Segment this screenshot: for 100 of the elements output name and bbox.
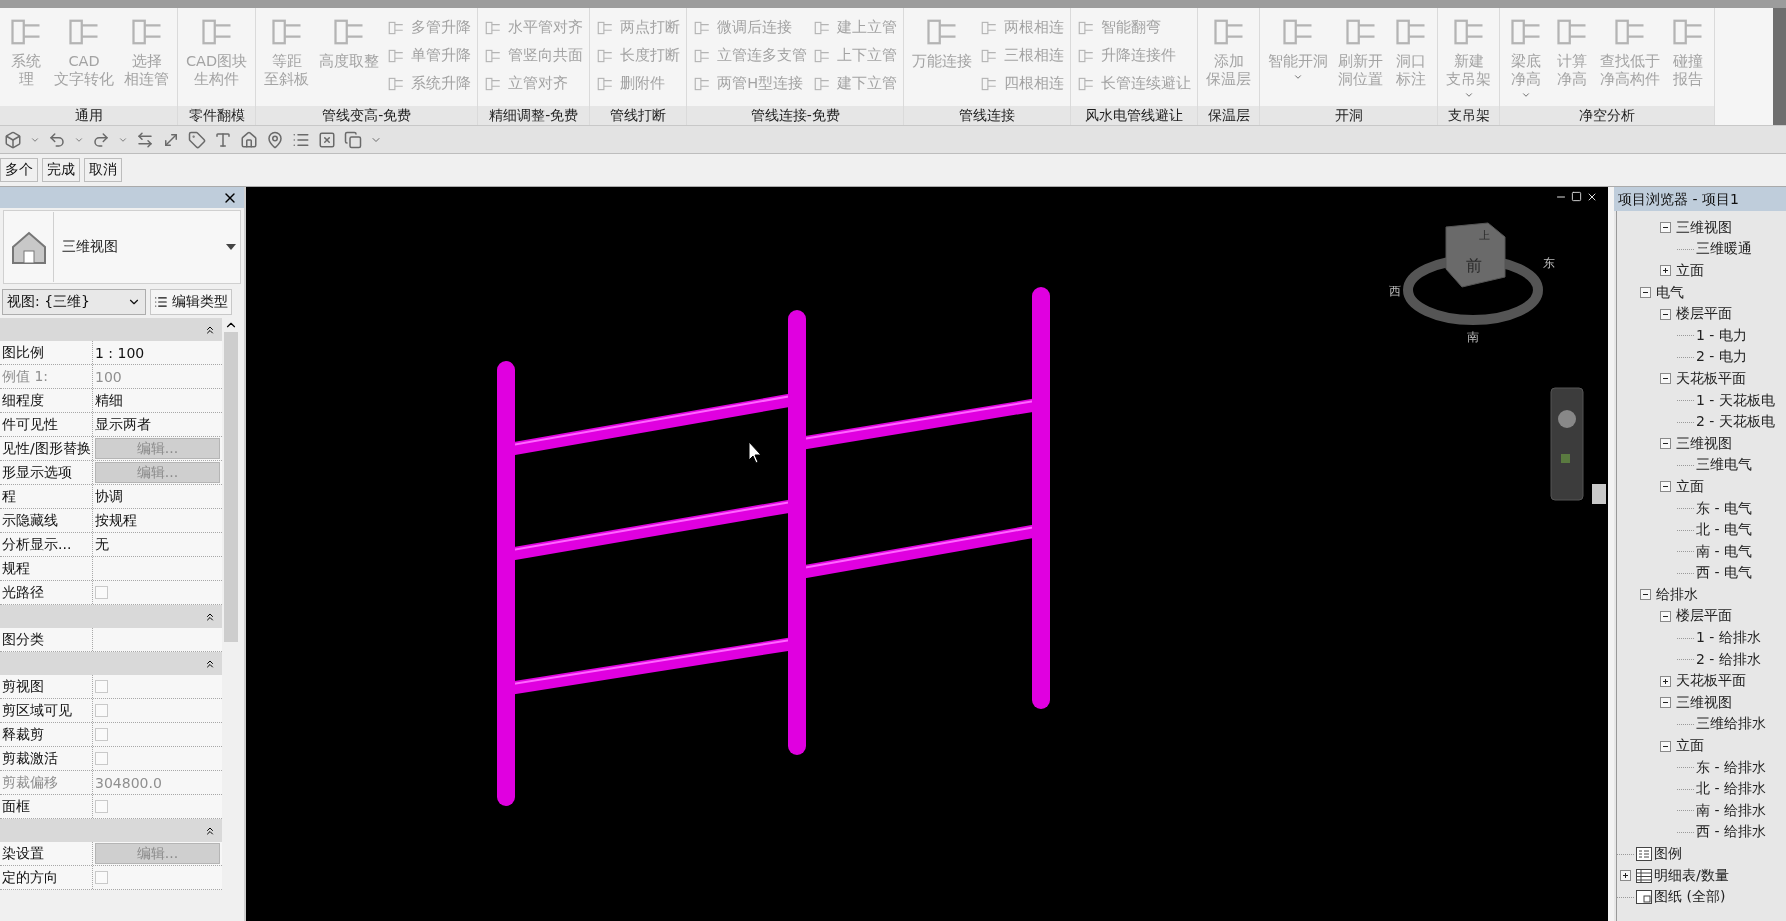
ribbon-button[interactable]: 洞口 标注 xyxy=(1391,12,1432,90)
edit-button[interactable]: 编辑... xyxy=(95,438,220,459)
checkbox[interactable] xyxy=(95,800,108,813)
collapse-icon[interactable] xyxy=(1660,222,1671,234)
ribbon-button[interactable]: 管竖向共面 xyxy=(484,46,584,65)
ribbon-button[interactable]: 建下立管 xyxy=(813,74,898,93)
collapse-icon[interactable] xyxy=(1640,589,1651,601)
tree-item[interactable]: 北 - 给排水 xyxy=(1696,780,1766,799)
ribbon-button[interactable]: 建上立管 xyxy=(813,18,898,37)
collapse-icon[interactable] xyxy=(1660,611,1671,622)
ribbon-button[interactable]: 立管连多支管 xyxy=(693,46,808,65)
ribbon-button[interactable]: 高度取整 xyxy=(317,12,382,72)
tree-item[interactable]: 三维视图 xyxy=(1676,218,1732,237)
collapse-icon[interactable] xyxy=(1660,308,1671,320)
tree-item[interactable]: 天花板平面 xyxy=(1676,672,1746,691)
tree-item[interactable]: 图例 xyxy=(1654,845,1682,863)
measure-icon[interactable] xyxy=(136,130,154,149)
ribbon-button[interactable]: 微调后连接 xyxy=(693,18,808,37)
tree-item[interactable]: 楼层平面 xyxy=(1676,607,1732,626)
collapse-icon[interactable] xyxy=(1660,740,1671,752)
tree-item[interactable]: 1 - 电力 xyxy=(1696,326,1747,345)
ribbon-button[interactable]: 长管连续避让 xyxy=(1077,74,1192,93)
ribbon-button[interactable]: 删附件 xyxy=(596,74,681,93)
ribbon-button[interactable]: CAD 文字转化 xyxy=(52,12,116,90)
ribbon-button[interactable]: 万能连接 xyxy=(910,12,975,72)
ribbon-button[interactable]: 单管升降 xyxy=(387,46,472,65)
restore-icon[interactable] xyxy=(1571,191,1582,202)
checkbox[interactable] xyxy=(95,728,108,741)
tag-icon[interactable] xyxy=(188,130,206,149)
tree-item[interactable]: 东 - 电气 xyxy=(1696,499,1752,518)
collapse-icon[interactable] xyxy=(1660,697,1671,709)
undo-icon[interactable] xyxy=(48,130,66,149)
ribbon-button[interactable]: 两管H型连接 xyxy=(693,74,808,93)
ribbon-button[interactable]: 立管对齐 xyxy=(484,74,584,93)
ribbon-button[interactable]: 两点打断 xyxy=(596,18,681,37)
tree-item[interactable]: 图纸 (全部) xyxy=(1654,888,1726,907)
ribbon-button[interactable]: 选择 相连管 xyxy=(122,12,171,90)
instance-selector[interactable]: 视图: {三维} xyxy=(2,289,146,315)
tree-item[interactable]: 1 - 给排水 xyxy=(1696,629,1761,648)
cube-icon[interactable] xyxy=(4,130,22,149)
checkbox[interactable] xyxy=(95,586,108,599)
windows-icon[interactable] xyxy=(344,130,362,149)
tree-item[interactable]: 1 - 天花板电 xyxy=(1696,391,1775,410)
house-icon[interactable] xyxy=(240,130,258,149)
tree-item[interactable]: 给排水 xyxy=(1656,585,1698,604)
edit-type-button[interactable]: 编辑类型 xyxy=(150,289,232,315)
tree-item[interactable]: 南 - 电气 xyxy=(1696,542,1752,561)
ribbon-button[interactable]: 水平管对齐 xyxy=(484,18,584,37)
navigation-bar[interactable] xyxy=(1550,387,1584,501)
tree-item[interactable]: 南 - 给排水 xyxy=(1696,801,1766,820)
ribbon-button[interactable]: 系统 理 xyxy=(6,12,46,90)
ribbon-button[interactable]: CAD图块 生构件 xyxy=(184,12,250,90)
pin-icon[interactable] xyxy=(266,130,284,149)
ribbon-button[interactable]: 等距 至斜板 xyxy=(262,12,312,90)
edit-button[interactable]: 编辑... xyxy=(95,843,220,864)
ribbon-button[interactable]: 多管升降 xyxy=(387,18,472,37)
tree-item[interactable]: 三维给排水 xyxy=(1696,715,1766,734)
option-button[interactable]: 取消 xyxy=(84,158,122,182)
ribbon-button[interactable]: 三根相连 xyxy=(980,46,1065,65)
scrollbar[interactable] xyxy=(1773,8,1786,125)
redo-icon[interactable] xyxy=(92,130,110,149)
tree-item[interactable]: 北 - 电气 xyxy=(1696,521,1752,540)
tree-item[interactable]: 立面 xyxy=(1676,737,1704,756)
tree-item[interactable]: 三维电气 xyxy=(1696,456,1752,475)
ribbon-button[interactable]: 系统升降 xyxy=(387,74,472,93)
close-icon[interactable] xyxy=(1586,191,1598,203)
view-cube-drawing[interactable] xyxy=(1403,222,1543,325)
tree-item[interactable]: 西 - 电气 xyxy=(1696,564,1752,583)
tree-item[interactable]: 2 - 天花板电 xyxy=(1696,413,1775,432)
text-icon[interactable] xyxy=(214,130,232,149)
ribbon-button[interactable]: 两根相连 xyxy=(980,18,1065,37)
tree-item[interactable]: 三维暖通 xyxy=(1696,240,1752,259)
collapse-icon[interactable] xyxy=(1660,481,1671,493)
ribbon-button[interactable]: 长度打断 xyxy=(596,46,681,65)
checkbox[interactable] xyxy=(95,752,108,765)
tree-item[interactable]: 西 - 给排水 xyxy=(1696,823,1766,842)
tree-item[interactable]: 2 - 给排水 xyxy=(1696,650,1761,669)
tree-item[interactable]: 天花板平面 xyxy=(1676,369,1746,388)
ribbon-button[interactable]: 刷新开 洞位置 xyxy=(1336,12,1386,90)
ribbon-button[interactable]: 智能开洞 xyxy=(1266,12,1331,84)
close-window-icon[interactable] xyxy=(318,130,336,149)
tree-item[interactable]: 2 - 电力 xyxy=(1696,348,1747,367)
collapse-icon[interactable] xyxy=(1660,373,1671,385)
tree-item[interactable]: 明细表/数量 xyxy=(1654,866,1729,885)
ribbon-button[interactable]: 梁底 净高 xyxy=(1506,12,1547,102)
type-selector[interactable]: 三维视图 xyxy=(3,210,241,284)
expand-icon[interactable] xyxy=(1620,870,1631,882)
option-button[interactable]: 完成 xyxy=(42,158,80,182)
collapse-icon[interactable] xyxy=(1640,287,1651,299)
tree-item[interactable]: 三维视图 xyxy=(1676,434,1732,453)
expand-icon[interactable] xyxy=(1660,265,1671,277)
ribbon-button[interactable]: 查找低于 净高构件 xyxy=(1598,12,1663,90)
ribbon-button[interactable]: 新建 支吊架 xyxy=(1444,12,1494,102)
edit-button[interactable]: 编辑... xyxy=(95,462,220,483)
ribbon-button[interactable]: 升降连接件 xyxy=(1077,46,1192,65)
collapse-icon[interactable] xyxy=(1660,438,1671,450)
tree-item[interactable]: 立面 xyxy=(1676,262,1704,280)
ribbon-button[interactable]: 碰撞 报告 xyxy=(1668,12,1709,90)
tree-item[interactable]: 立面 xyxy=(1676,477,1704,496)
3d-viewport[interactable]: 上 前 西 南 东 xyxy=(246,187,1608,921)
